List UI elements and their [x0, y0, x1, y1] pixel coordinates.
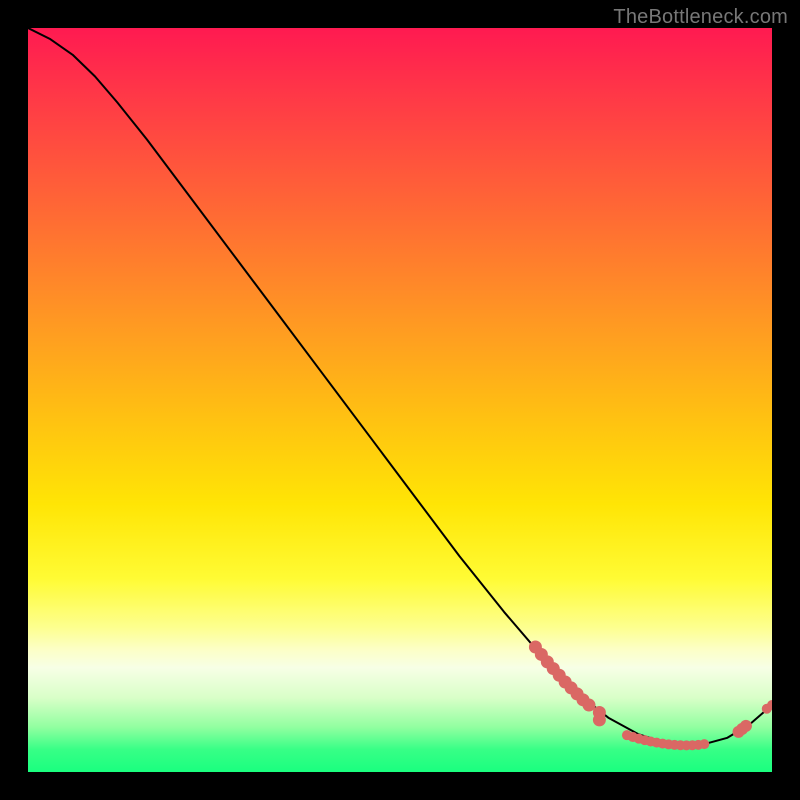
chart-overlay	[28, 28, 772, 772]
plot-area	[28, 28, 772, 772]
marker-point	[740, 720, 752, 732]
marker-points	[529, 641, 772, 751]
chart-stage: TheBottleneck.com	[0, 0, 800, 800]
watermark-text: TheBottleneck.com	[613, 6, 788, 29]
curve-line	[28, 28, 772, 746]
marker-point	[582, 699, 595, 712]
marker-point	[593, 713, 606, 726]
marker-point	[699, 739, 709, 749]
